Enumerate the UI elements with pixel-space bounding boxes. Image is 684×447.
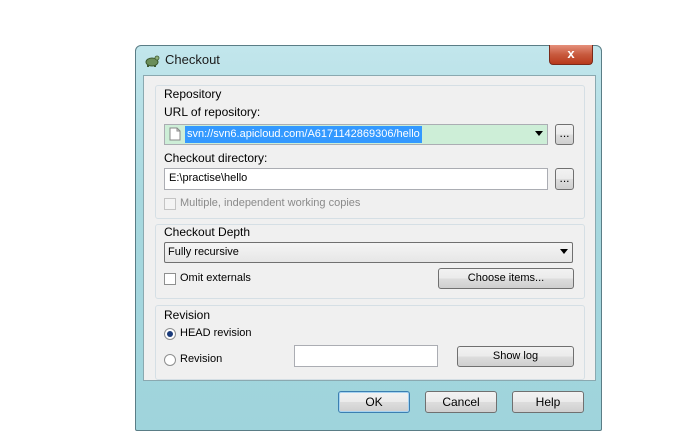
chevron-down-icon (560, 249, 568, 254)
checkout-directory-label: Checkout directory: (164, 151, 268, 165)
show-log-button[interactable]: Show log (457, 346, 574, 367)
url-combobox[interactable]: svn://svn6.apicloud.com/A6171142869306/h… (164, 124, 548, 145)
url-value: svn://svn6.apicloud.com/A6171142869306/h… (185, 126, 422, 143)
omit-externals-checkbox[interactable] (164, 273, 176, 285)
close-icon: x (567, 46, 575, 61)
revision-input[interactable] (294, 345, 438, 367)
repository-group: Repository URL of repository: svn://svn6… (155, 85, 585, 219)
revision-radio[interactable] (164, 354, 176, 366)
choose-items-button[interactable]: Choose items... (438, 268, 574, 289)
checkout-depth-label: Checkout Depth (164, 225, 251, 239)
file-icon (169, 127, 181, 141)
multiple-copies-checkbox[interactable] (164, 198, 176, 210)
ok-button[interactable]: OK (338, 391, 410, 413)
url-browse-button[interactable]: ... (555, 124, 574, 145)
dialog-client-area: Repository URL of repository: svn://svn6… (143, 75, 596, 381)
chevron-down-icon[interactable] (535, 131, 543, 136)
window-title: Checkout (165, 52, 220, 67)
directory-browse-button[interactable]: ... (555, 168, 574, 190)
checkout-dialog: Checkout x Repository URL of repository:… (135, 45, 602, 431)
tortoise-icon (145, 55, 160, 67)
title-bar[interactable]: Checkout x (136, 45, 601, 74)
multiple-copies-label: Multiple, independent working copies (180, 197, 361, 209)
revision-group-label: Revision (164, 308, 211, 322)
revision-group: Revision HEAD revision Revision Show log (155, 305, 585, 380)
checkout-depth-group: Checkout Depth Fully recursive Omit exte… (155, 224, 585, 299)
cancel-button[interactable]: Cancel (425, 391, 497, 413)
depth-selected-value: Fully recursive (168, 246, 239, 258)
checkout-directory-input[interactable]: E:\practise\hello (164, 168, 548, 190)
depth-select[interactable]: Fully recursive (164, 242, 573, 263)
url-label: URL of repository: (164, 105, 261, 119)
help-button[interactable]: Help (512, 391, 584, 413)
omit-externals-label: Omit externals (180, 272, 251, 284)
close-button[interactable]: x (549, 45, 593, 65)
head-revision-label: HEAD revision (180, 327, 252, 339)
revision-label: Revision (180, 353, 223, 365)
head-revision-radio[interactable] (164, 328, 176, 340)
repository-group-label: Repository (164, 87, 222, 101)
